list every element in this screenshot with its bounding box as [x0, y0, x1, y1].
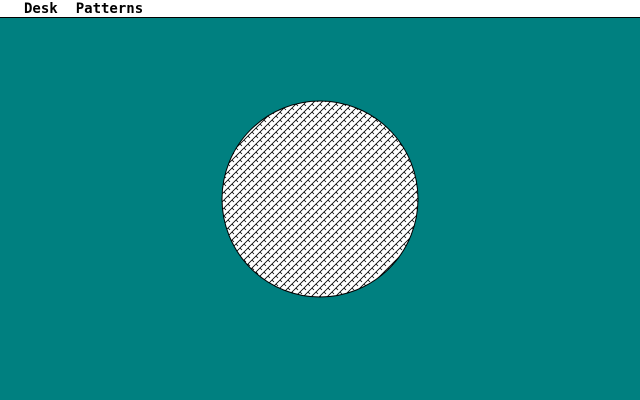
pattern-circle[interactable]: [221, 100, 419, 298]
screen: Desk Patterns: [0, 0, 640, 400]
pattern-canvas: [221, 100, 419, 298]
